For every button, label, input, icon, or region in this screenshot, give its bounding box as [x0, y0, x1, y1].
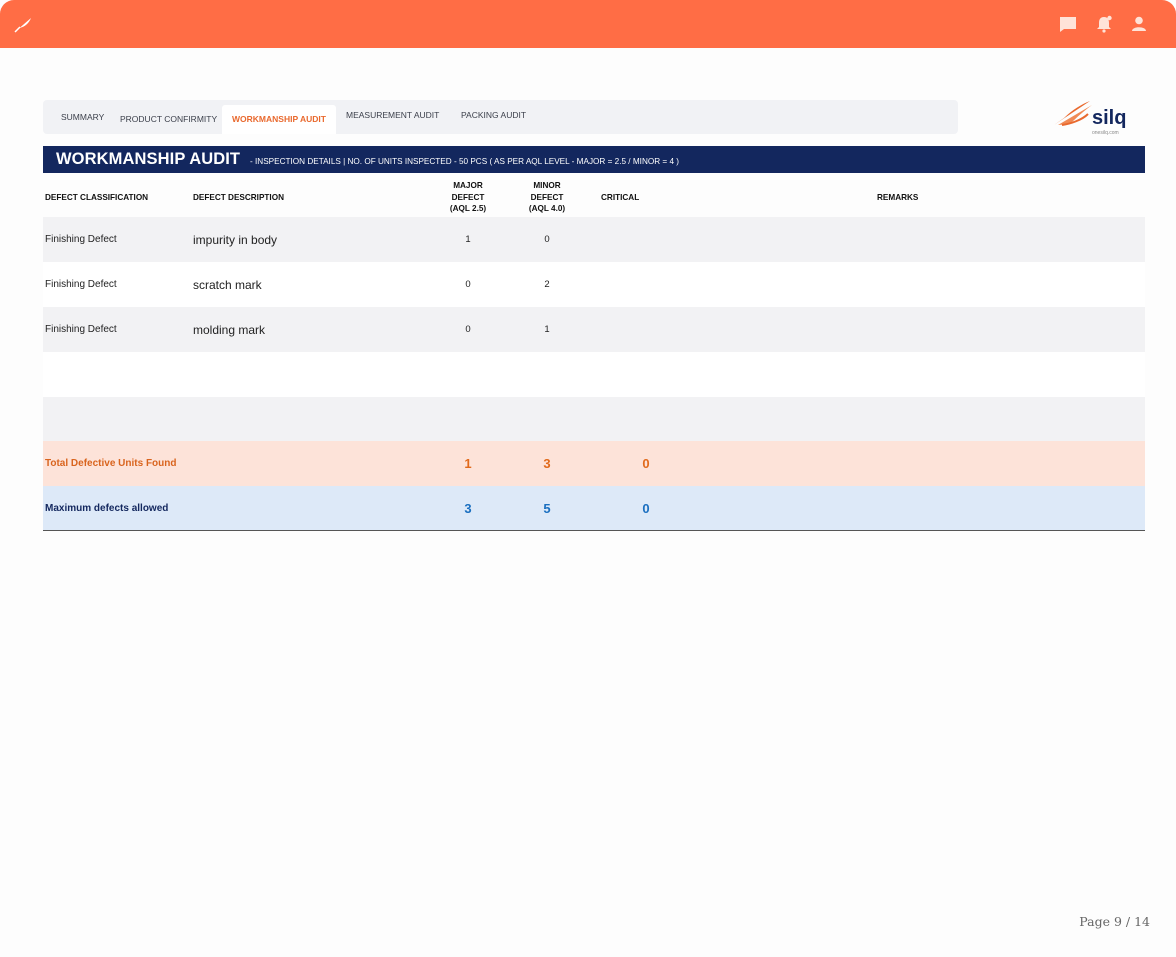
section-title: WORKMANSHIP AUDIT — [56, 150, 241, 168]
max-major-value: 3 — [464, 500, 472, 516]
defect-classification-cell: Finishing Defect — [45, 324, 117, 335]
max-critical-value: 0 — [642, 500, 650, 516]
tab-summary[interactable]: SUMMARY — [61, 100, 104, 134]
major-count-cell: 0 — [465, 324, 471, 335]
svg-text:onesilq.com: onesilq.com — [1092, 130, 1119, 136]
table-row: Finishing Defect molding mark 0 1 — [43, 307, 1145, 352]
minor-count-cell: 0 — [544, 234, 550, 245]
defect-description-cell: scratch mark — [193, 277, 262, 292]
max-defects-row: Maximum defects allowed 3 5 0 — [43, 486, 1145, 531]
max-defects-label: Maximum defects allowed — [45, 502, 169, 514]
max-minor-value: 5 — [543, 500, 551, 516]
defect-classification-cell: Finishing Defect — [45, 234, 117, 245]
table-row-empty — [43, 397, 1145, 442]
total-major-value: 1 — [464, 456, 472, 471]
quill-logo-icon[interactable] — [14, 15, 34, 33]
header-minor-defect: MINOR DEFECT (AQL 4.0) — [528, 181, 566, 213]
user-icon[interactable] — [1129, 14, 1149, 34]
total-critical-value: 0 — [642, 456, 650, 471]
tab-workmanship-audit[interactable]: WORKMANSHIP AUDIT — [222, 105, 336, 134]
svg-text:silq: silq — [1092, 107, 1126, 129]
inspection-details: - INSPECTION DETAILS | NO. OF UNITS INSP… — [250, 157, 680, 166]
page-number: Page 9 / 14 — [1079, 914, 1150, 929]
tab-product-confirmity[interactable]: PRODUCT CONFIRMITY — [120, 102, 217, 136]
tab-packing-audit[interactable]: PACKING AUDIT — [461, 98, 526, 132]
chat-icon[interactable] — [1058, 14, 1078, 34]
header-defect-classification: DEFECT CLASSIFICATION — [45, 193, 149, 202]
defect-description-cell: impurity in body — [193, 232, 278, 247]
total-defects-row: Total Defective Units Found 1 3 0 — [43, 441, 1145, 486]
section-banner: WORKMANSHIP AUDIT - INSPECTION DETAILS |… — [43, 146, 1145, 173]
minor-count-cell: 1 — [544, 324, 550, 335]
major-count-cell: 0 — [465, 279, 471, 290]
header-critical: CRITICAL — [601, 193, 640, 202]
bell-icon[interactable] — [1094, 14, 1114, 34]
report-tab-bar: SUMMARY PRODUCT CONFIRMITY WORKMANSHIP A… — [43, 100, 958, 134]
defect-classification-cell: Finishing Defect — [45, 279, 117, 290]
top-app-bar — [0, 0, 1176, 48]
tab-measurement-audit[interactable]: MEASUREMENT AUDIT — [346, 98, 439, 132]
major-count-cell: 1 — [465, 234, 471, 245]
silq-logo: silq onesilq.com — [1054, 101, 1126, 136]
header-remarks: REMARKS — [877, 193, 919, 202]
header-defect-description: DEFECT DESCRIPTION — [193, 193, 284, 202]
table-row: Finishing Defect scratch mark 0 2 — [43, 262, 1145, 307]
minor-count-cell: 2 — [544, 279, 550, 290]
total-minor-value: 3 — [543, 456, 551, 471]
defect-description-cell: molding mark — [193, 322, 266, 337]
header-major-defect: MAJOR DEFECT (AQL 2.5) — [449, 181, 487, 213]
total-defects-label: Total Defective Units Found — [45, 458, 177, 469]
table-row: Finishing Defect impurity in body 1 0 — [43, 217, 1145, 262]
table-row-empty — [43, 352, 1145, 397]
